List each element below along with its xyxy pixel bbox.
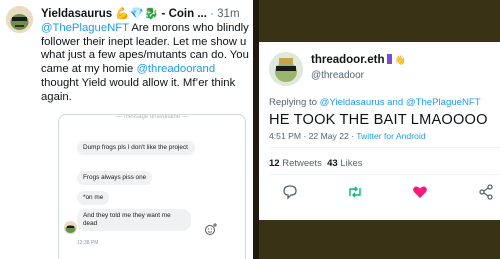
- tweet-meta: 4:51 PM · 22 May 22 · Twitter for Androi…: [269, 131, 426, 141]
- handle[interactable]: @threadoor: [311, 70, 364, 81]
- tweet-text: @ThePlagueNFT Are morons who blindly fol…: [41, 22, 251, 104]
- right-screenshot: threadoor.eth 👋 @threadoor Replying to @Y…: [259, 0, 500, 259]
- comment-icon[interactable]: [281, 183, 299, 201]
- threadoor-name-row: threadoor.eth 👋: [311, 54, 406, 66]
- tweet-card: threadoor.eth 👋 @threadoor Replying to @Y…: [259, 42, 500, 220]
- retweets-stat[interactable]: 12 Retweets: [269, 158, 322, 169]
- chat-bubble: *on me: [77, 191, 110, 205]
- chat-bubble: Dump frogs pls I don't like the project: [77, 141, 195, 155]
- share-icon[interactable]: [477, 183, 495, 201]
- purple-flag-icon: [387, 54, 393, 64]
- likes-count: 43: [327, 158, 338, 169]
- display-name[interactable]: Yieldasaurus: [41, 8, 112, 20]
- name-emojis: 💪💎🐉: [115, 8, 159, 20]
- yieldasaurus-avatar[interactable]: [6, 6, 33, 33]
- mention-threadoorand[interactable]: @threadoorand: [136, 63, 215, 75]
- tweet-timestamp[interactable]: 4:51 PM · 22 May 22 ·: [269, 131, 356, 141]
- display-name[interactable]: threadoor.eth: [311, 54, 384, 66]
- mention-theplaguenft[interactable]: @ThePlagueNFT: [41, 22, 129, 34]
- embedded-chat-image[interactable]: — message unavailable — Dump frogs pls I…: [58, 114, 246, 259]
- tweet-time[interactable]: 31m: [217, 8, 239, 20]
- chat-bubble: Frogs always piss one: [77, 171, 153, 185]
- name-suffix: - Coin ...: [161, 8, 207, 20]
- tweet-header: Yieldasaurus 💪💎🐉 - Coin ... · 31m: [41, 6, 253, 20]
- chat-avatar: [64, 221, 77, 234]
- likes-label: Likes: [337, 158, 363, 169]
- deleted-message-label: — message unavailable —: [116, 114, 188, 120]
- retweet-icon[interactable]: [346, 183, 364, 201]
- tweet-source[interactable]: Twitter for Android: [356, 131, 425, 141]
- tweet-actions: [281, 183, 500, 201]
- chat-bubble: And they told me they want me dead: [77, 209, 191, 231]
- hand-emoji: 👋: [394, 55, 406, 65]
- replying-to: Replying to @Yieldasaurus and @ThePlague…: [269, 97, 481, 108]
- tweet-text: HE TOOK THE BAIT LMAOOOO: [269, 112, 488, 128]
- divider: [269, 174, 500, 175]
- replying-label: Replying to: [269, 97, 320, 108]
- retweets-count: 12: [269, 158, 280, 169]
- likes-stat[interactable]: 43 Likes: [327, 158, 362, 169]
- divider: [269, 147, 500, 148]
- chat-time: 12:38 PM: [77, 240, 99, 246]
- left-screenshot: Yieldasaurus 💪💎🐉 - Coin ... · 31m @ThePl…: [0, 0, 253, 259]
- add-reaction-icon[interactable]: [204, 222, 218, 236]
- retweets-label: Retweets: [279, 158, 322, 169]
- dot-separator: ·: [210, 8, 214, 20]
- threadoor-avatar[interactable]: [269, 52, 303, 86]
- tweet-text-end: thought Yield would allow it. Mf’er thin…: [41, 76, 236, 103]
- heart-icon[interactable]: [411, 183, 429, 201]
- tweet-stats: 12 Retweets 43 Likes: [269, 158, 363, 169]
- replying-mentions[interactable]: @Yieldasaurus and @ThePlagueNFT: [320, 97, 481, 108]
